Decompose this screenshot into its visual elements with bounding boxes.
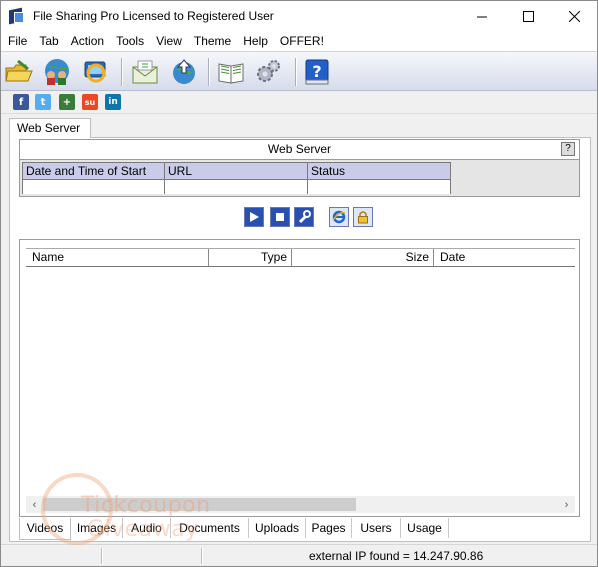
window-controls — [459, 1, 597, 31]
menu-bar: File Tab Action Tools View Theme Help OF… — [1, 31, 597, 51]
maximize-icon — [522, 10, 534, 22]
status-separator — [101, 548, 103, 564]
close-button[interactable] — [551, 1, 597, 31]
svg-text:?: ? — [312, 62, 321, 81]
menu-theme[interactable]: Theme — [189, 31, 236, 51]
menu-help[interactable]: Help — [238, 31, 273, 51]
scroll-left-icon[interactable]: ‹ — [26, 496, 43, 513]
status-separator — [201, 548, 203, 564]
server-settings-button[interactable] — [294, 207, 314, 227]
start-server-button[interactable] — [244, 207, 264, 227]
lock-button[interactable] — [353, 207, 373, 227]
menu-tab[interactable]: Tab — [34, 31, 63, 51]
help-book-icon[interactable]: ? — [302, 58, 332, 86]
stop-icon — [276, 213, 284, 221]
twitter-icon[interactable]: t — [35, 94, 51, 110]
column-date-time[interactable]: Date and Time of Start — [23, 163, 165, 180]
title-bar: File Sharing Pro Licensed to Registered … — [1, 1, 597, 31]
table-cell[interactable] — [308, 180, 450, 194]
mail-icon[interactable] — [130, 58, 160, 86]
linkedin-icon[interactable]: in — [105, 94, 121, 110]
menu-tools[interactable]: Tools — [111, 31, 149, 51]
close-icon — [568, 10, 580, 22]
column-size[interactable]: Size — [292, 249, 434, 266]
maximize-button[interactable] — [505, 1, 551, 31]
open-folder-icon[interactable] — [4, 58, 34, 86]
computer-refresh-icon[interactable] — [81, 58, 111, 86]
open-browser-button[interactable] — [329, 207, 349, 227]
column-name[interactable]: Name — [26, 249, 209, 266]
web-server-panel: Web Server ? Date and Time of Start URL … — [19, 139, 580, 197]
lock-icon — [358, 211, 368, 224]
tab-uploads[interactable]: Uploads — [249, 518, 306, 538]
toolbar-separator — [208, 58, 210, 86]
play-icon — [250, 212, 259, 222]
menu-view[interactable]: View — [151, 31, 187, 51]
status-bar: external IP found = 14.247.90.86 — [1, 544, 597, 566]
tab-web-server[interactable]: Web Server — [9, 118, 91, 138]
internet-explorer-icon — [332, 210, 346, 224]
status-ip: external IP found = 14.247.90.86 — [309, 549, 484, 563]
menu-action[interactable]: Action — [66, 31, 109, 51]
tab-images[interactable]: Images — [71, 518, 123, 538]
social-bar: f t + su in — [1, 92, 597, 114]
book-icon[interactable] — [216, 58, 246, 86]
gears-icon[interactable] — [253, 58, 283, 86]
tab-audio[interactable]: Audio — [123, 518, 171, 538]
tab-videos[interactable]: Videos — [19, 518, 71, 540]
files-table-header: Name Type Size Date — [26, 248, 575, 267]
app-window: File Sharing Pro Licensed to Registered … — [0, 0, 598, 567]
scroll-right-icon[interactable]: › — [558, 496, 575, 513]
window-title: File Sharing Pro Licensed to Registered … — [33, 9, 274, 23]
menu-offer[interactable]: OFFER! — [275, 31, 329, 51]
upload-globe-icon[interactable] — [169, 58, 199, 86]
tab-users[interactable]: Users — [352, 518, 401, 538]
main-toolbar: ? — [1, 51, 597, 91]
app-icon — [9, 7, 25, 25]
column-url[interactable]: URL — [165, 163, 308, 180]
minimize-button[interactable] — [459, 1, 505, 31]
horizontal-scrollbar[interactable]: ‹ › — [26, 496, 575, 513]
table-cell[interactable] — [165, 180, 308, 194]
stumbleupon-icon[interactable]: su — [82, 94, 98, 110]
files-panel: Name Type Size Date ‹ › — [19, 239, 580, 517]
settings-wrench-icon — [298, 210, 311, 224]
toolbar-separator — [121, 58, 123, 86]
globe-users-icon[interactable] — [42, 58, 72, 86]
toolbar-separator — [295, 58, 297, 86]
facebook-icon[interactable]: f — [13, 94, 29, 110]
files-list[interactable] — [26, 268, 575, 496]
help-button[interactable]: ? — [561, 142, 575, 156]
table-cell[interactable] — [23, 180, 165, 194]
tab-documents[interactable]: Documents — [171, 518, 249, 538]
tab-usage[interactable]: Usage — [401, 518, 449, 538]
scroll-track[interactable] — [43, 496, 558, 513]
column-status[interactable]: Status — [308, 163, 450, 180]
web-server-table: Date and Time of Start URL Status — [22, 162, 451, 194]
tab-pages[interactable]: Pages — [306, 518, 352, 538]
stop-server-button[interactable] — [270, 207, 290, 227]
web-server-title-bar: Web Server ? — [20, 140, 579, 160]
menu-file[interactable]: File — [3, 31, 32, 51]
minimize-icon — [476, 16, 487, 17]
column-type[interactable]: Type — [209, 249, 292, 266]
google-plus-icon[interactable]: + — [59, 94, 75, 110]
web-server-title: Web Server — [267, 142, 332, 156]
scroll-thumb[interactable] — [43, 498, 356, 511]
column-date[interactable]: Date — [434, 249, 575, 266]
